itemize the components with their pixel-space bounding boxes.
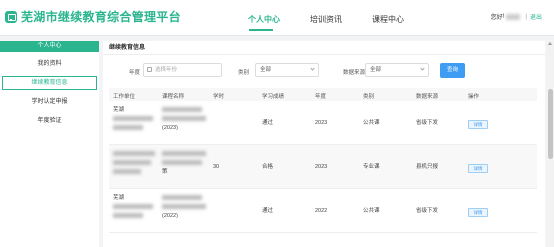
cell-score: 通过 [262,120,274,126]
col-header-hours: 学时 [213,94,225,100]
user-box: 您好 ! | 退出 [490,12,542,21]
source-value: 全部 [370,67,382,73]
year-label: 年度 [129,70,141,76]
cell-category: 公共课 [363,120,380,126]
cell-course: (2023) [162,106,206,133]
detail-button[interactable]: 详情 [468,164,488,173]
col-header-year: 年度 [315,94,327,100]
greeting-text: 您好 [490,15,503,21]
cell-hours: 30 [213,164,220,170]
cell-category: 公共课 [363,208,380,214]
scroll-up-arrow-icon[interactable] [548,42,552,45]
cell-year: 2022 [315,208,328,214]
cell-source: 省级下发 [416,120,439,126]
source-label: 数据来源 [343,70,366,76]
cell-score: 合格 [262,164,274,170]
cell-year: 2023 [315,164,328,170]
detail-button[interactable]: 详情 [468,208,488,217]
sidebar: 个人中心 我的资料 继续教育信息 学时认定申报 年度验证 [0,41,99,247]
scrollbar[interactable] [547,41,554,247]
col-header-course: 课程名称 [162,94,185,100]
nav-personal-center[interactable]: 个人中心 [248,14,280,25]
filter-bar: 年度 选择年份 类别 全部 数据来源 全部 查询 [103,63,545,79]
logout-link[interactable]: 退出 [530,12,542,21]
sidebar-item-hours-declaration[interactable]: 学时认定申报 [2,95,97,109]
year-placeholder: 选择年份 [155,67,178,73]
chevron-down-icon [420,66,425,71]
user-name [506,13,521,20]
col-header-category: 类别 [363,94,375,100]
cell-unit: 芜湖 [113,194,153,221]
col-header-unit: 工作单位 [113,94,136,100]
col-header-source: 数据来源 [416,94,439,100]
year-picker[interactable]: 选择年份 [143,63,222,77]
nav-training-news[interactable]: 培训资讯 [310,14,342,25]
sidebar-item-annual-verification[interactable]: 年度验证 [2,114,97,128]
table-header: 工作单位 课程名称 学时 学习成绩 年度 类别 数据来源 操作 [109,88,537,101]
scroll-thumb[interactable] [548,89,553,159]
divider: | [525,13,527,20]
sidebar-item-my-profile[interactable]: 我的资料 [2,57,97,71]
detail-button[interactable]: 详情 [468,120,488,129]
category-select[interactable]: 全部 [255,63,319,77]
source-select[interactable]: 全部 [365,63,429,77]
col-header-score: 学习成绩 [262,94,285,100]
table-row: 芜湖 (2023) 通过 2023 公共课 省级下发 详情 [109,101,537,145]
cell-course: (2022) [162,194,206,221]
chevron-down-icon [310,66,315,71]
cell-category: 专业课 [363,164,380,170]
cell-year: 2023 [315,120,328,126]
panel-title: 继续教育信息 [103,41,545,55]
cell-unit [113,150,155,177]
table-row: 芜湖 (2022) 通过 2022 公共课 省级下发 详情 [109,189,537,233]
sidebar-item-continuing-education[interactable]: 继续教育信息 [2,76,97,90]
cell-source: 省级下发 [416,208,439,214]
main-nav: 个人中心 培训资讯 课程中心 [0,14,554,28]
calendar-icon [147,67,152,72]
table-row: 策 30 合格 2023 专业课 县机只报 详情 [109,145,537,189]
cell-course: 策 [162,150,206,177]
nav-course-center[interactable]: 课程中心 [372,14,404,25]
query-button[interactable]: 查询 [440,63,465,78]
top-header: 芜湖市继续教育综合管理平台 个人中心 培训资讯 课程中心 您好 ! | 退出 [0,0,554,36]
cell-unit: 芜湖 [113,106,153,133]
education-table: 工作单位 课程名称 学时 学习成绩 年度 类别 数据来源 操作 芜湖 (2023… [109,88,537,233]
main-panel: 继续教育信息 年度 选择年份 类别 全部 数据来源 全部 查询 工作单位 课程名… [103,41,545,247]
category-value: 全部 [260,67,272,73]
cell-source: 县机只报 [416,164,439,170]
sidebar-title: 个人中心 [0,41,99,52]
col-header-action: 操作 [468,94,480,100]
active-nav-indicator [249,29,273,31]
category-label: 类别 [238,70,250,76]
cell-score: 通过 [262,208,274,214]
